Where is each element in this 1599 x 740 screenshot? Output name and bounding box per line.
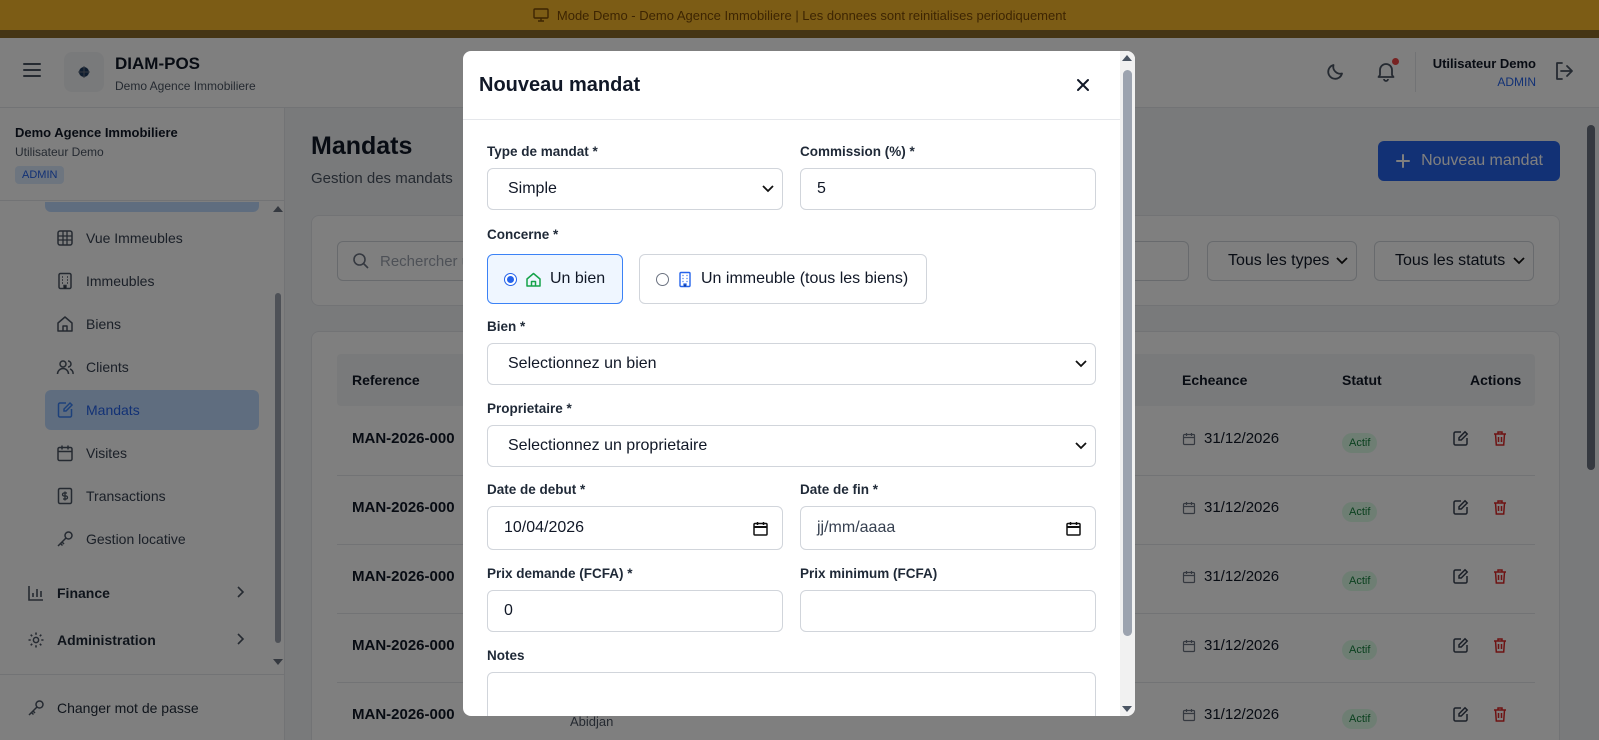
commission-label: Commission (%) * bbox=[800, 144, 915, 159]
building-icon bbox=[677, 271, 693, 288]
new-mandat-dialog: Nouveau mandat Type de mandat * Simple C… bbox=[463, 51, 1135, 716]
commission-value: 5 bbox=[817, 180, 826, 197]
notes-label: Notes bbox=[487, 648, 525, 663]
calendar-picker-icon[interactable] bbox=[753, 521, 768, 536]
dialog-title: Nouveau mandat bbox=[479, 74, 641, 96]
bien-select[interactable]: Selectionnez un bien bbox=[487, 343, 1096, 385]
date-fin-input[interactable]: jj/mm/aaaa bbox=[800, 506, 1096, 550]
date-debut-value: 10/04/2026 bbox=[504, 519, 585, 536]
chevron-down-icon bbox=[762, 185, 774, 193]
chevron-down-icon bbox=[1075, 442, 1087, 450]
proprietaire-label: Proprietaire * bbox=[487, 401, 572, 416]
calendar-picker-icon[interactable] bbox=[1066, 521, 1081, 536]
radio-button-unchecked[interactable] bbox=[656, 272, 669, 286]
prix-demande-input[interactable]: 0 bbox=[487, 590, 783, 632]
radio-un-bien-label: Un bien bbox=[550, 270, 606, 287]
concerne-label: Concerne * bbox=[487, 227, 559, 242]
proprietaire-select[interactable]: Selectionnez un proprietaire bbox=[487, 425, 1096, 467]
bien-select-value: Selectionnez un bien bbox=[508, 355, 657, 372]
dialog-header: Nouveau mandat bbox=[463, 51, 1120, 120]
commission-input[interactable]: 5 bbox=[800, 168, 1096, 210]
scroll-down-arrow-icon[interactable] bbox=[1122, 706, 1132, 712]
date-debut-label: Date de debut * bbox=[487, 482, 586, 497]
date-fin-placeholder: jj/mm/aaaa bbox=[817, 519, 896, 536]
dialog-scrollbar-thumb[interactable] bbox=[1123, 70, 1132, 636]
bien-label: Bien * bbox=[487, 319, 526, 334]
prix-demande-value: 0 bbox=[504, 602, 513, 619]
home-icon bbox=[525, 271, 542, 288]
close-icon[interactable] bbox=[1075, 77, 1091, 93]
date-fin-label: Date de fin * bbox=[800, 482, 879, 497]
radio-un-immeuble[interactable]: Un immeuble (tous les biens) bbox=[639, 254, 927, 304]
type-mandat-select[interactable]: Simple bbox=[487, 168, 783, 210]
prix-minimum-input[interactable] bbox=[800, 590, 1096, 632]
date-debut-input[interactable]: 10/04/2026 bbox=[487, 506, 783, 550]
radio-button-checked[interactable] bbox=[504, 272, 517, 286]
prix-demande-label: Prix demande (FCFA) * bbox=[487, 566, 633, 581]
prix-minimum-label: Prix minimum (FCFA) bbox=[800, 566, 938, 581]
notes-textarea[interactable] bbox=[487, 672, 1096, 716]
type-mandat-value: Simple bbox=[508, 180, 557, 197]
chevron-down-icon bbox=[1075, 360, 1087, 368]
scroll-up-arrow-icon[interactable] bbox=[1122, 55, 1132, 61]
radio-un-immeuble-label: Un immeuble (tous les biens) bbox=[701, 270, 909, 287]
type-mandat-label: Type de mandat * bbox=[487, 144, 598, 159]
proprietaire-select-value: Selectionnez un proprietaire bbox=[508, 437, 708, 454]
radio-un-bien[interactable]: Un bien bbox=[487, 254, 623, 304]
